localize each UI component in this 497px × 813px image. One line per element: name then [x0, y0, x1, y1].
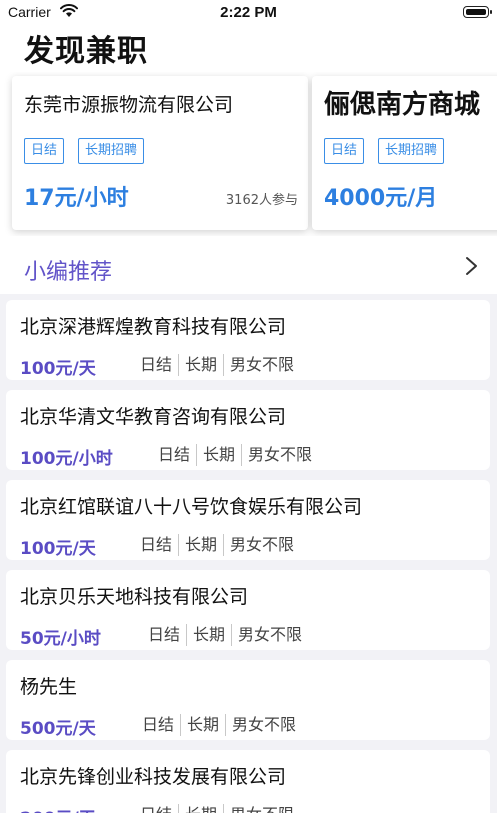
- section-title: 小编推荐: [24, 260, 113, 285]
- clock: 2:22 PM: [220, 4, 277, 21]
- job-company: 北京先锋创业科技发展有限公司: [20, 766, 287, 788]
- job-pay: 500元/天: [20, 719, 96, 739]
- job-tag-duration: 长期: [178, 534, 223, 556]
- featured-tag: 日结: [24, 138, 65, 164]
- job-tags: 日结 长期 男女不限: [134, 804, 300, 813]
- job-tag-duration: 长期: [196, 444, 241, 466]
- job-pay: 50元/小时: [20, 629, 101, 649]
- job-tags: 日结 长期 男女不限: [136, 714, 302, 736]
- featured-card[interactable]: 俪偲南方商城 日结 长期招聘 4000元/月: [312, 76, 497, 230]
- featured-company: 俪偲南方商城: [324, 90, 481, 120]
- featured-pay: 17元/小时: [24, 186, 129, 211]
- status-bar: Carrier 2:22 PM: [0, 0, 497, 26]
- page-title: 发现兼职: [24, 34, 148, 69]
- job-tag-gender: 男女不限: [223, 804, 300, 813]
- job-tag-duration: 长期: [178, 804, 223, 813]
- job-tag-gender: 男女不限: [223, 534, 300, 556]
- job-tag-settlement: 日结: [148, 625, 181, 644]
- job-tags: 日结 长期 男女不限: [152, 444, 318, 466]
- job-tags: 日结 长期 男女不限: [142, 624, 308, 646]
- job-company: 北京华清文华教育咨询有限公司: [20, 406, 287, 428]
- featured-tags: 日结 长期招聘: [324, 138, 445, 164]
- job-tag-settlement: 日结: [140, 535, 173, 554]
- job-row[interactable]: 北京先锋创业科技发展有限公司 200元/天 日结 长期 男女不限: [6, 750, 490, 813]
- job-row[interactable]: 北京红馆联谊八十八号饮食娱乐有限公司 100元/天 日结 长期 男女不限: [6, 480, 490, 560]
- job-company: 北京红馆联谊八十八号饮食娱乐有限公司: [20, 496, 363, 518]
- job-tags: 日结 长期 男女不限: [134, 534, 300, 556]
- featured-tag: 长期招聘: [378, 138, 445, 164]
- job-row[interactable]: 北京贝乐天地科技有限公司 50元/小时 日结 长期 男女不限: [6, 570, 490, 650]
- section-header-recommended[interactable]: 小编推荐: [0, 238, 497, 294]
- job-tag-duration: 长期: [178, 354, 223, 376]
- featured-pay: 4000元/月: [324, 186, 438, 211]
- job-company: 北京贝乐天地科技有限公司: [20, 586, 249, 608]
- featured-tags: 日结 长期招聘: [24, 138, 145, 164]
- chevron-right-icon[interactable]: [465, 256, 479, 276]
- job-pay: 100元/小时: [20, 449, 113, 469]
- job-pay: 100元/天: [20, 539, 96, 559]
- job-company: 北京深港辉煌教育科技有限公司: [20, 316, 287, 338]
- job-row[interactable]: 北京华清文华教育咨询有限公司 100元/小时 日结 长期 男女不限: [6, 390, 490, 470]
- featured-tag: 日结: [324, 138, 365, 164]
- featured-participants: 3162人参与: [225, 193, 298, 208]
- job-tag-duration: 长期: [180, 714, 225, 736]
- job-list[interactable]: 北京深港辉煌教育科技有限公司 100元/天 日结 长期 男女不限 北京华清文华教…: [0, 294, 497, 813]
- featured-carousel[interactable]: 东莞市源振物流有限公司 日结 长期招聘 17元/小时 3162人参与 俪偲南方商…: [0, 72, 497, 236]
- job-company: 杨先生: [20, 676, 78, 698]
- job-tag-gender: 男女不限: [225, 714, 302, 736]
- battery-icon: [463, 6, 492, 18]
- job-tag-settlement: 日结: [134, 804, 178, 813]
- job-row[interactable]: 杨先生 500元/天 日结 长期 男女不限: [6, 660, 490, 740]
- featured-company: 东莞市源振物流有限公司: [24, 94, 234, 116]
- job-tag-gender: 男女不限: [241, 444, 318, 466]
- job-tag-duration: 长期: [186, 624, 231, 646]
- job-tag-settlement: 日结: [158, 445, 191, 464]
- job-tag-gender: 男女不限: [223, 354, 300, 376]
- featured-card[interactable]: 东莞市源振物流有限公司 日结 长期招聘 17元/小时 3162人参与: [12, 76, 308, 230]
- job-row[interactable]: 北京深港辉煌教育科技有限公司 100元/天 日结 长期 男女不限: [6, 300, 490, 380]
- job-tags: 日结 长期 男女不限: [134, 354, 300, 376]
- job-tag-settlement: 日结: [140, 355, 173, 374]
- job-pay: 200元/天: [20, 804, 96, 813]
- job-tag-gender: 男女不限: [231, 624, 308, 646]
- job-pay: 100元/天: [20, 359, 96, 379]
- job-tag-settlement: 日结: [142, 715, 175, 734]
- featured-tag: 长期招聘: [78, 138, 145, 164]
